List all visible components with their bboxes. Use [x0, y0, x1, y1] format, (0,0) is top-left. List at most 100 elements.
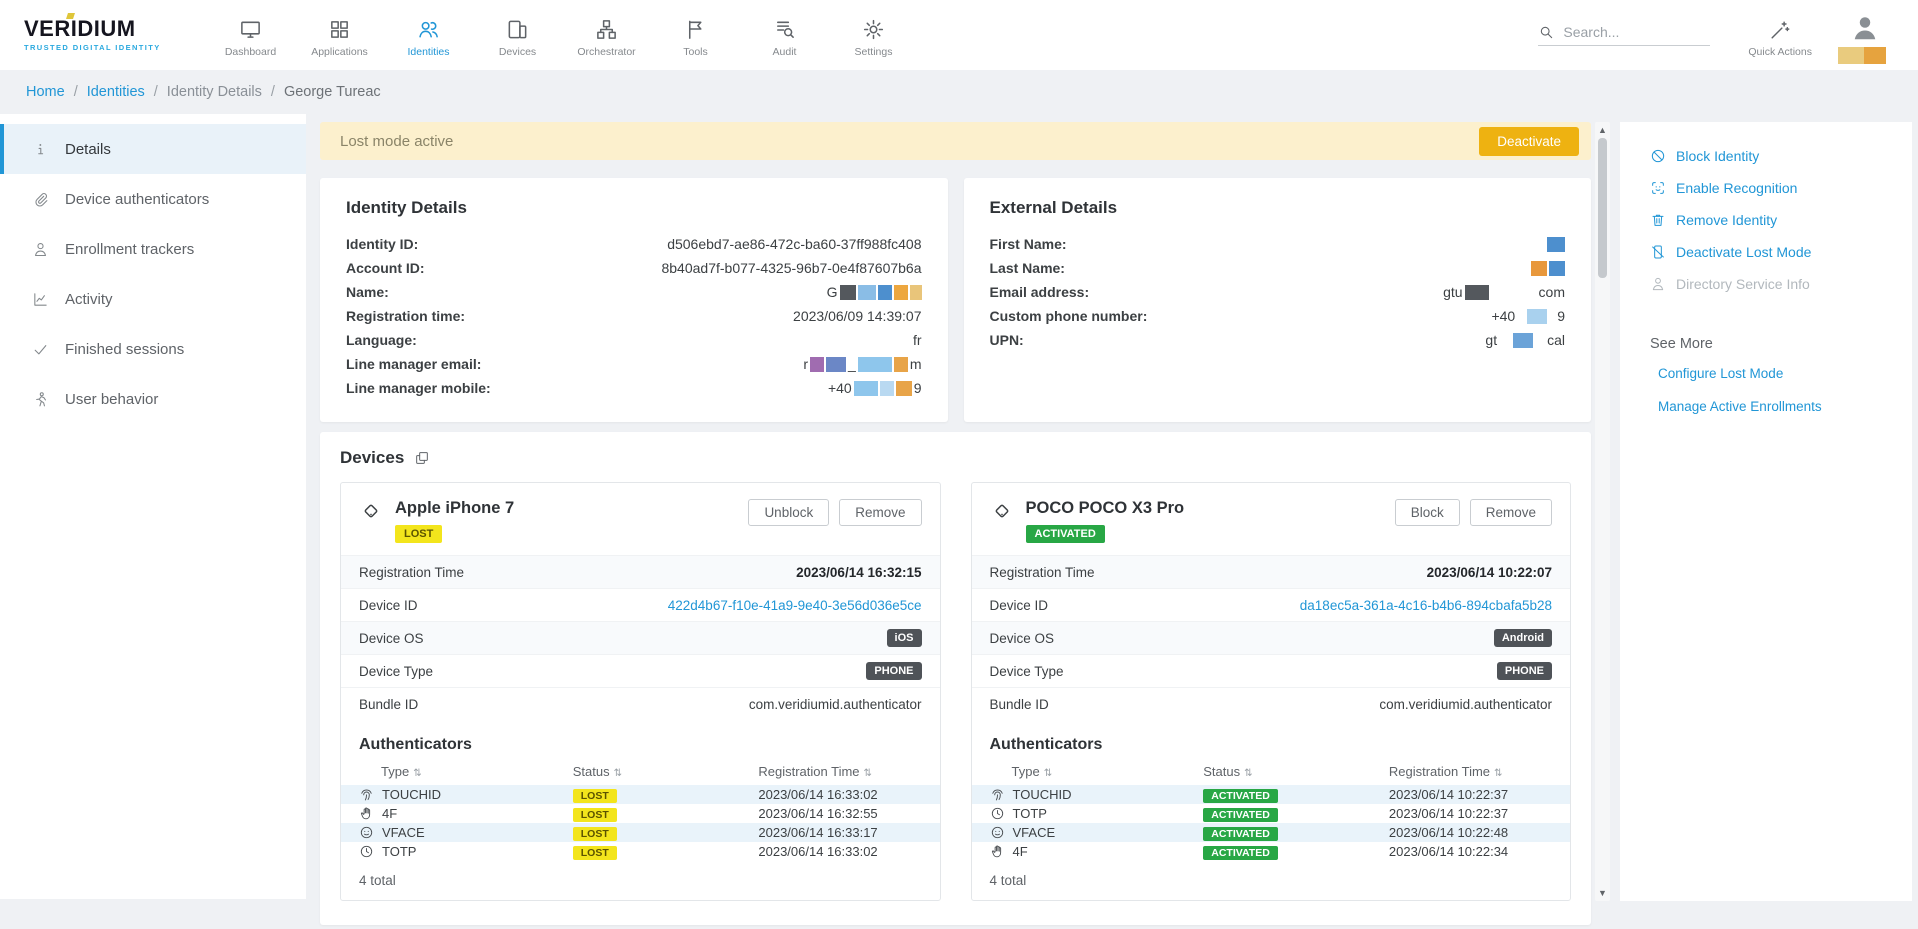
devices-row: Apple iPhone 7 LOST Unblock Remove Regis… [340, 482, 1571, 901]
scrollbar[interactable]: ▲ ▼ [1595, 122, 1610, 901]
sidebar-item-details[interactable]: Details [0, 124, 306, 174]
identity-details-title: Identity Details [346, 198, 922, 218]
field-row: Custom phone number: +409 [990, 304, 1566, 328]
field-label: First Name: [990, 236, 1067, 252]
device-id-link[interactable]: 422d4b67-f10e-41a9-9e40-3e56d036e5ce [668, 598, 922, 613]
nav-label: Tools [683, 46, 708, 58]
field-row: Account ID: 8b40ad7f-b077-4325-96b7-0e4f… [346, 256, 922, 280]
sidebar-item-device-authenticators[interactable]: Device authenticators [0, 174, 306, 224]
auth-col-status[interactable]: Status⇅ [573, 764, 759, 779]
auth-col-status[interactable]: Status⇅ [1203, 764, 1389, 779]
authenticator-row: TOTP ACTIVATED 2023/06/14 10:22:37 [972, 804, 1571, 823]
user-avatar[interactable] [1850, 11, 1890, 60]
auth-status-badge: ACTIVATED [1203, 846, 1278, 860]
last-name-redacted [1531, 261, 1565, 276]
dashboard-icon [239, 18, 262, 41]
auth-time: 2023/06/14 10:22:37 [1389, 806, 1552, 821]
auth-type: 4F [1013, 844, 1028, 859]
identity-id-value: d506ebd7-ae86-472c-ba60-37ff988fc408 [667, 236, 921, 252]
content-area: Details Device authenticators Enrollment… [0, 114, 1918, 929]
sidebar-item-label: Finished sessions [65, 341, 184, 358]
auth-col-type[interactable]: Type⇅ [359, 764, 573, 779]
nav-item-devices[interactable]: Devices [473, 12, 562, 58]
sidebar-item-activity[interactable]: Activity [0, 274, 306, 324]
field-label: Device Type [359, 664, 433, 679]
copy-icon[interactable] [414, 450, 430, 466]
audit-icon [773, 18, 796, 41]
email-address-redacted: gtucom [1443, 284, 1565, 300]
nav-item-audit[interactable]: Audit [740, 12, 829, 58]
block-identity-action[interactable]: Block Identity [1620, 140, 1912, 172]
remove-button[interactable]: Remove [1470, 499, 1552, 526]
auth-type: VFACE [382, 825, 425, 840]
authenticator-row: VFACE LOST 2023/06/14 16:33:17 [341, 823, 940, 842]
nav-item-settings[interactable]: Settings [829, 12, 918, 58]
quick-actions-button[interactable]: Quick Actions [1748, 13, 1812, 58]
block-icon [1650, 148, 1666, 164]
breadcrumb-home[interactable]: Home [26, 84, 65, 100]
auth-time: 2023/06/14 10:22:48 [1389, 825, 1552, 840]
search-input[interactable] [1563, 24, 1695, 40]
scroll-down-icon[interactable]: ▼ [1595, 885, 1610, 901]
auth-col-type[interactable]: Type⇅ [990, 764, 1204, 779]
field-label: Bundle ID [990, 697, 1049, 712]
orchestrator-icon [595, 18, 618, 41]
sort-icon: ⇅ [1044, 768, 1052, 779]
auth-type: 4F [382, 806, 397, 821]
nav-item-orchestrator[interactable]: Orchestrator [562, 12, 651, 58]
auth-status-badge: LOST [573, 808, 617, 822]
deactivate-lost-mode-action[interactable]: Deactivate Lost Mode [1620, 236, 1912, 268]
field-row: First Name: [990, 232, 1566, 256]
auth-col-registration-time[interactable]: Registration Time⇅ [758, 764, 921, 779]
remove-button[interactable]: Remove [839, 499, 921, 526]
magic-wand-icon [1769, 19, 1791, 41]
nav-label: Devices [499, 46, 536, 58]
action-label: Remove Identity [1676, 212, 1777, 228]
device-registration-time: 2023/06/14 10:22:07 [1427, 565, 1552, 580]
breadcrumb-identities[interactable]: Identities [87, 84, 145, 100]
sort-icon: ⇅ [413, 768, 421, 779]
fingerprint-icon [359, 787, 374, 802]
sidebar-item-finished-sessions[interactable]: Finished sessions [0, 324, 306, 374]
auth-type: VFACE [1013, 825, 1056, 840]
remove-identity-action[interactable]: Remove Identity [1620, 204, 1912, 236]
field-row: Line manager mobile: +409 [346, 376, 922, 400]
nav-item-applications[interactable]: Applications [295, 12, 384, 58]
applications-icon [328, 18, 351, 41]
nav-item-dashboard[interactable]: Dashboard [206, 12, 295, 58]
auth-status-badge: LOST [573, 846, 617, 860]
device-type-badge: PHONE [866, 662, 921, 680]
chart-icon [32, 291, 49, 308]
nav-item-identities[interactable]: Identities [384, 12, 473, 58]
authenticators-table-header: Type⇅ Status⇅ Registration Time⇅ [341, 764, 940, 785]
auth-col-registration-time[interactable]: Registration Time⇅ [1389, 764, 1552, 779]
sidebar-item-enrollment-trackers[interactable]: Enrollment trackers [0, 224, 306, 274]
field-label: Language: [346, 332, 417, 348]
scroll-up-icon[interactable]: ▲ [1595, 122, 1610, 138]
nav-label: Audit [773, 46, 797, 58]
devices-section: Devices Apple iPhone 7 LOST Unblock Rem [320, 432, 1591, 925]
unblock-button[interactable]: Unblock [748, 499, 829, 526]
main-content: Lost mode active Deactivate Identity Det… [306, 114, 1595, 929]
configure-lost-mode-link[interactable]: Configure Lost Mode [1620, 366, 1912, 381]
auth-status-badge: ACTIVATED [1203, 789, 1278, 803]
device-os-badge: iOS [887, 629, 922, 647]
deactivate-button[interactable]: Deactivate [1479, 127, 1579, 156]
device-icon [359, 499, 383, 523]
auth-time: 2023/06/14 10:22:34 [1389, 844, 1552, 859]
nav-label: Dashboard [225, 46, 276, 58]
enable-recognition-action[interactable]: Enable Recognition [1620, 172, 1912, 204]
device-card-apple-iphone-7: Apple iPhone 7 LOST Unblock Remove Regis… [340, 482, 941, 901]
auth-time: 2023/06/14 16:33:02 [758, 787, 921, 802]
account-id-value: 8b40ad7f-b077-4325-96b7-0e4f87607b6a [661, 260, 921, 276]
device-id-link[interactable]: da18ec5a-361a-4c16-b4b6-894cbafa5b28 [1300, 598, 1552, 613]
scrollbar-thumb[interactable] [1598, 138, 1607, 278]
block-button[interactable]: Block [1395, 499, 1460, 526]
manage-active-enrollments-link[interactable]: Manage Active Enrollments [1620, 399, 1912, 414]
veridium-logo[interactable]: VERIDIUM TRUSTED DIGITAL IDENTITY [24, 18, 192, 52]
brand-tagline: TRUSTED DIGITAL IDENTITY [24, 43, 192, 52]
nav-item-tools[interactable]: Tools [651, 12, 740, 58]
sidebar-item-user-behavior[interactable]: User behavior [0, 374, 306, 424]
trash-icon [1650, 212, 1666, 228]
authenticators-total: 4 total [341, 861, 940, 888]
